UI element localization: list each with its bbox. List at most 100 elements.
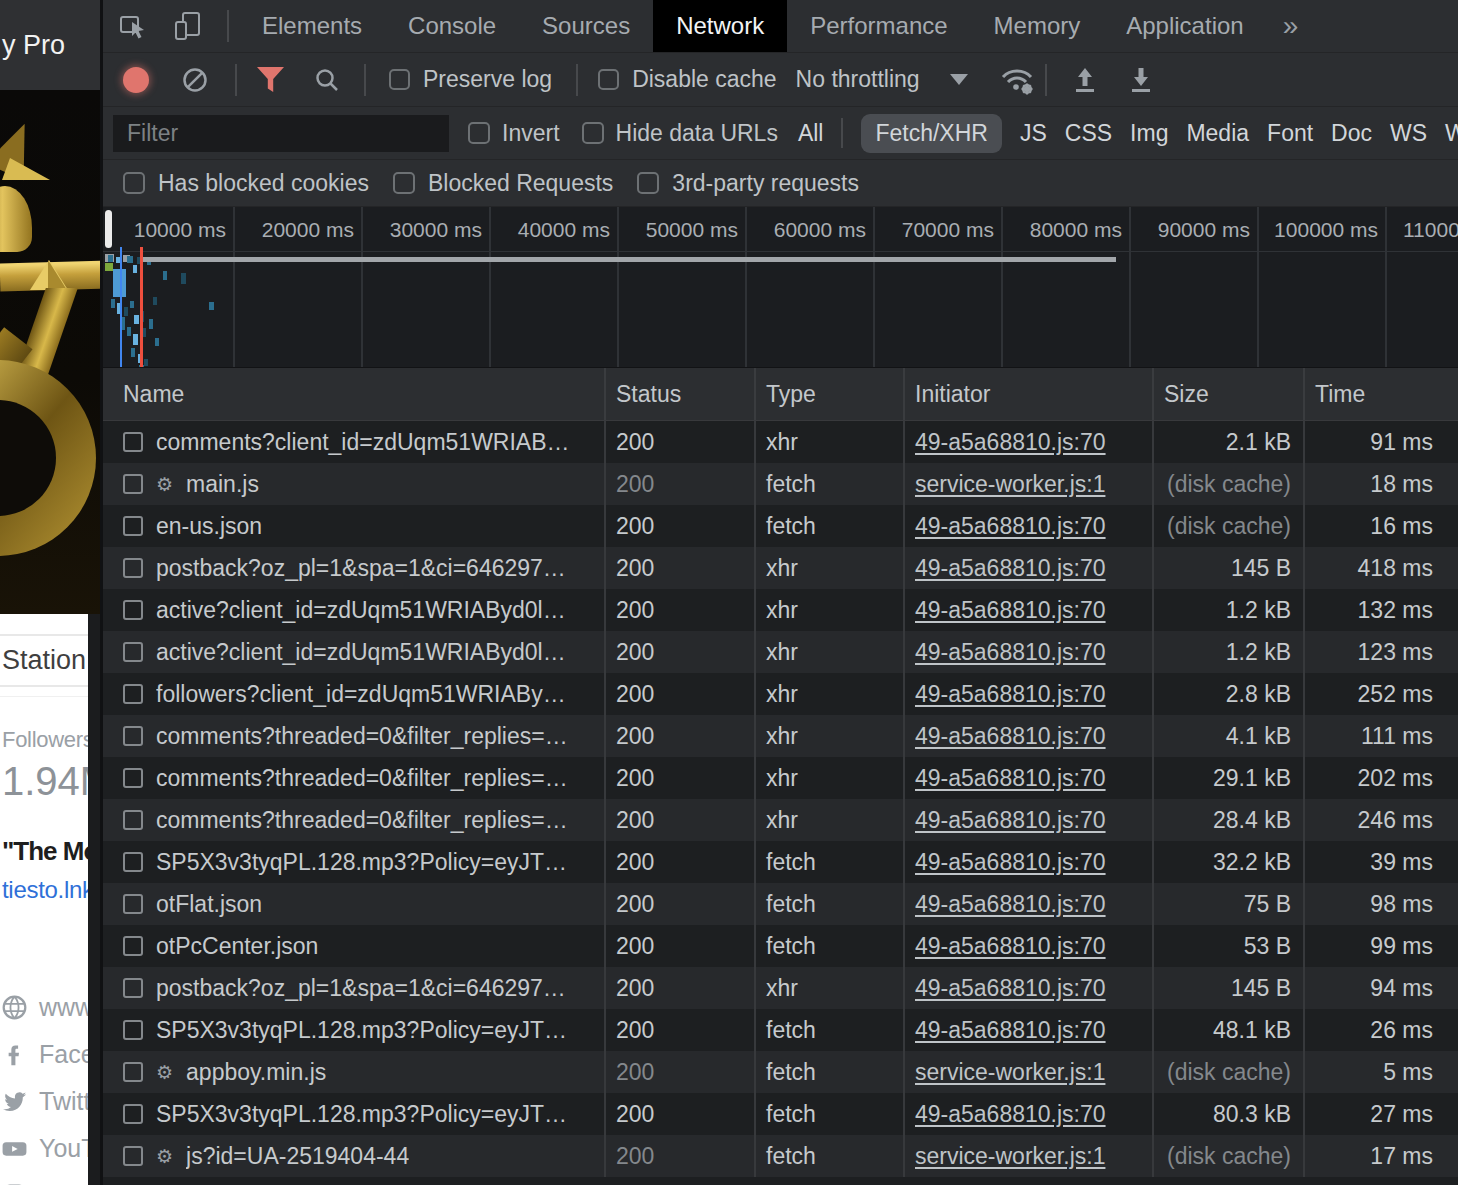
filter-chip-font[interactable]: Font [1267,120,1313,147]
initiator-link[interactable]: 49-a5a68810.js:70 [915,975,1106,1002]
filter-icon[interactable] [257,67,284,92]
initiator-link[interactable]: service-worker.js:1 [915,1059,1105,1086]
throttling-select[interactable]: No throttling [796,66,920,93]
tab-network[interactable]: Network [653,0,787,52]
device-toolbar-icon[interactable] [173,10,205,42]
request-row[interactable]: SP5X3v3tyqPL.128.mp3?Policy=eyJT…200fetc… [103,1093,1458,1135]
row-checkbox[interactable] [123,852,143,872]
request-row[interactable]: en-us.json200fetch49-a5a68810.js:70(disk… [103,505,1458,547]
preserve-log-label[interactable]: Preserve log [423,66,552,93]
initiator-link[interactable]: 49-a5a68810.js:70 [915,849,1106,876]
column-header-status[interactable]: Status [606,368,756,420]
row-checkbox[interactable] [123,978,143,998]
filter-chip-doc[interactable]: Doc [1331,120,1372,147]
initiator-link[interactable]: service-worker.js:1 [915,471,1105,498]
initiator-link[interactable]: 49-a5a68810.js:70 [915,765,1106,792]
request-row[interactable]: followers?client_id=zdUqm51WRIABy…200xhr… [103,673,1458,715]
request-row[interactable]: active?client_id=zdUqm51WRIAByd0l…200xhr… [103,589,1458,631]
invert-label[interactable]: Invert [502,120,560,147]
search-icon[interactable] [313,66,341,94]
third-party-requests-checkbox[interactable] [637,172,659,194]
inspect-element-icon[interactable] [118,10,150,42]
invert-checkbox[interactable] [468,122,490,144]
has-blocked-cookies-checkbox[interactable] [123,172,145,194]
filter-chip-ws[interactable]: WS [1390,120,1427,147]
request-row[interactable]: comments?threaded=0&filter_replies=…200x… [103,757,1458,799]
filter-chip-css[interactable]: CSS [1065,120,1112,147]
request-row[interactable]: ⚙main.js200fetchservice-worker.js:1(disk… [103,463,1458,505]
disable-cache-label[interactable]: Disable cache [632,66,776,93]
hide-data-urls-label[interactable]: Hide data URLs [616,120,778,147]
social-link[interactable]: YouTu [0,1125,100,1172]
tab-application[interactable]: Application [1103,0,1266,52]
row-checkbox[interactable] [123,1146,143,1166]
bio-link[interactable]: tiesto.lnk [0,876,100,904]
tab-console[interactable]: Console [385,0,519,52]
initiator-link[interactable]: 49-a5a68810.js:70 [915,597,1106,624]
column-header-initiator[interactable]: Initiator [905,368,1154,420]
initiator-link[interactable]: 49-a5a68810.js:70 [915,429,1106,456]
station-tab[interactable]: Station [0,634,100,687]
column-header-size[interactable]: Size [1154,368,1305,420]
initiator-link[interactable]: 49-a5a68810.js:70 [915,1017,1106,1044]
request-row[interactable]: ⚙js?id=UA-2519404-44200fetchservice-work… [103,1135,1458,1177]
row-checkbox[interactable] [123,684,143,704]
blocked-requests-label[interactable]: Blocked Requests [428,170,613,197]
social-link[interactable]: Insta [0,1172,100,1185]
try-pro-label[interactable]: y Pro [2,30,65,61]
request-row[interactable]: postback?oz_pl=1&spa=1&ci=646297…200xhr4… [103,547,1458,589]
request-row[interactable]: SP5X3v3tyqPL.128.mp3?Policy=eyJT…200fetc… [103,841,1458,883]
social-link[interactable]: Faceb [0,1031,100,1078]
social-link[interactable]: Twitte [0,1078,100,1125]
filter-chip-all[interactable]: All [798,120,824,147]
initiator-link[interactable]: 49-a5a68810.js:70 [915,1101,1106,1128]
record-network-log-button[interactable] [123,67,149,93]
request-row[interactable]: active?client_id=zdUqm51WRIAByd0l…200xhr… [103,631,1458,673]
row-checkbox[interactable] [123,516,143,536]
request-row[interactable]: comments?threaded=0&filter_replies=…200x… [103,799,1458,841]
initiator-link[interactable]: service-worker.js:1 [915,1143,1105,1170]
initiator-link[interactable]: 49-a5a68810.js:70 [915,723,1106,750]
preserve-log-checkbox[interactable] [389,69,410,90]
tab-elements[interactable]: Elements [239,0,385,52]
request-row[interactable]: comments?client_id=zdUqm51WRIAB…200xhr49… [103,421,1458,463]
filter-chip-fetchxhr[interactable]: Fetch/XHR [861,114,1001,153]
column-header-name[interactable]: Name [103,368,606,420]
row-checkbox[interactable] [123,1104,143,1124]
row-checkbox[interactable] [123,558,143,578]
network-overview-timeline[interactable]: 10000 ms20000 ms30000 ms40000 ms50000 ms… [103,207,1458,368]
column-header-time[interactable]: Time [1305,368,1458,420]
initiator-link[interactable]: 49-a5a68810.js:70 [915,933,1106,960]
filter-chip-js[interactable]: JS [1020,120,1047,147]
network-conditions-icon[interactable] [999,64,1037,96]
blocked-requests-checkbox[interactable] [393,172,415,194]
hide-data-urls-checkbox[interactable] [582,122,604,144]
request-row[interactable]: comments?threaded=0&filter_replies=…200x… [103,715,1458,757]
row-checkbox[interactable] [123,894,143,914]
request-row[interactable]: ⚙appboy.min.js200fetchservice-worker.js:… [103,1051,1458,1093]
filter-chip-media[interactable]: Media [1186,120,1249,147]
filter-chip-img[interactable]: Img [1130,120,1168,147]
initiator-link[interactable]: 49-a5a68810.js:70 [915,891,1106,918]
disable-cache-checkbox[interactable] [598,69,619,90]
row-checkbox[interactable] [123,768,143,788]
initiator-link[interactable]: 49-a5a68810.js:70 [915,681,1106,708]
third-party-requests-label[interactable]: 3rd-party requests [672,170,859,197]
request-row[interactable]: otFlat.json200fetch49-a5a68810.js:7075 B… [103,883,1458,925]
request-row[interactable]: postback?oz_pl=1&spa=1&ci=646297…200xhr4… [103,967,1458,1009]
initiator-link[interactable]: 49-a5a68810.js:70 [915,555,1106,582]
tab-performance[interactable]: Performance [787,0,970,52]
column-header-type[interactable]: Type [756,368,905,420]
has-blocked-cookies-label[interactable]: Has blocked cookies [158,170,369,197]
row-checkbox[interactable] [123,936,143,956]
row-checkbox[interactable] [123,432,143,452]
filter-input[interactable] [113,115,449,152]
clear-network-log-icon[interactable] [181,66,209,94]
initiator-link[interactable]: 49-a5a68810.js:70 [915,807,1106,834]
export-har-icon[interactable] [1125,64,1157,96]
row-checkbox[interactable] [123,1020,143,1040]
row-checkbox[interactable] [123,474,143,494]
row-checkbox[interactable] [123,600,143,620]
row-checkbox[interactable] [123,642,143,662]
initiator-link[interactable]: 49-a5a68810.js:70 [915,513,1106,540]
